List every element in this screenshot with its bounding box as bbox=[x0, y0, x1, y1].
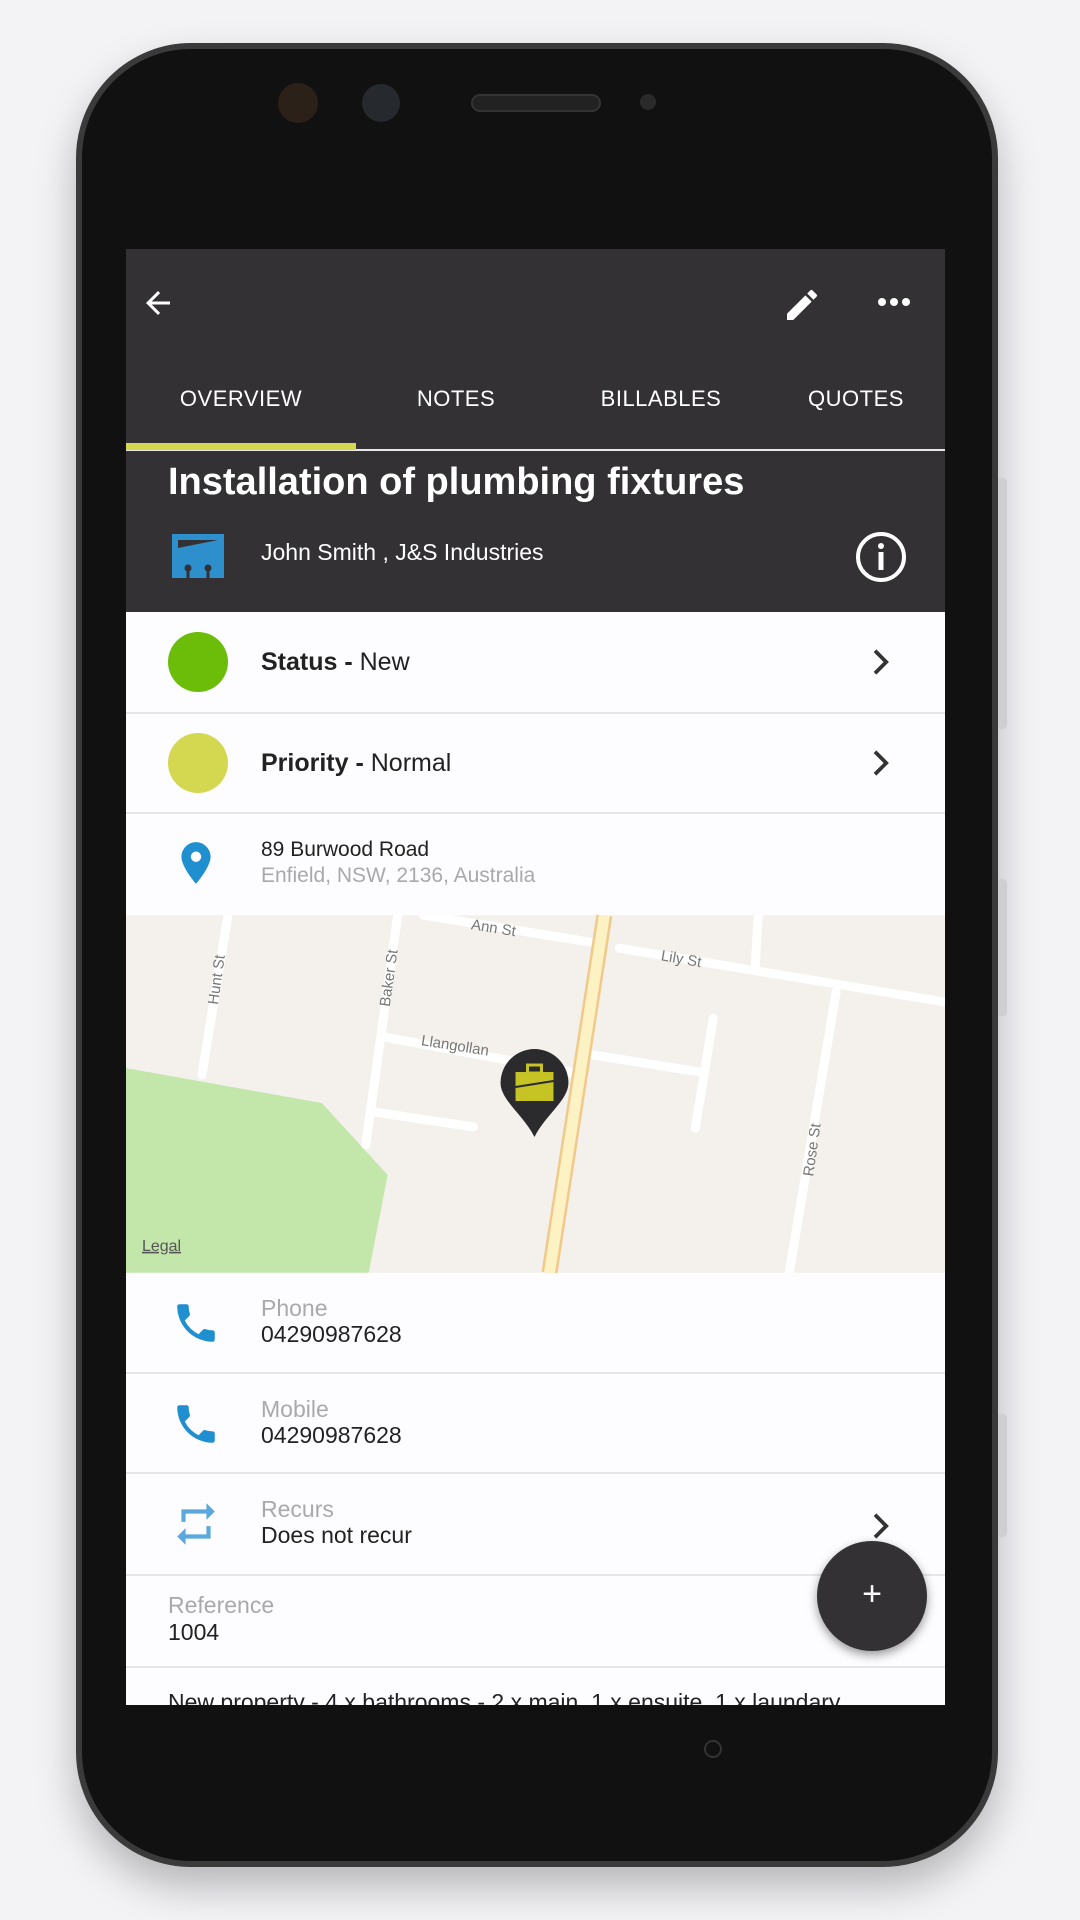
proximity-sensor bbox=[640, 94, 656, 110]
chevron-right-icon bbox=[873, 1513, 889, 1539]
road-north bbox=[750, 910, 763, 970]
tab-overview[interactable]: OVERVIEW bbox=[126, 355, 356, 449]
recurs-row[interactable]: Recurs Does not recur bbox=[126, 1474, 945, 1576]
status-row[interactable]: Status - New bbox=[126, 612, 945, 714]
front-camera bbox=[362, 84, 400, 122]
recurs-value: Does not recur bbox=[261, 1522, 412, 1548]
phone-icon[interactable] bbox=[171, 1399, 221, 1449]
map-view[interactable]: Ann St Lily St Hunt St Baker St Llangoll… bbox=[126, 910, 945, 1278]
phone-icon[interactable] bbox=[171, 1298, 221, 1348]
repeat-icon bbox=[177, 1503, 215, 1545]
company-logo-icon bbox=[172, 534, 224, 578]
priority-label: Priority - bbox=[261, 749, 371, 777]
location-pin-icon bbox=[181, 842, 211, 884]
address-line1: 89 Burwood Road bbox=[261, 838, 430, 861]
mobile-label: Mobile bbox=[261, 1396, 329, 1422]
chevron-right-icon bbox=[873, 750, 889, 776]
side-button bbox=[998, 1414, 1007, 1537]
priority-row[interactable]: Priority - Normal bbox=[126, 714, 945, 814]
more-horizontal-icon[interactable] bbox=[874, 287, 914, 317]
pencil-icon[interactable] bbox=[782, 285, 822, 325]
toolbar bbox=[126, 249, 945, 355]
status-value: New bbox=[359, 648, 410, 676]
app-screen: OVERVIEW NOTES BILLABLES QUOTES Installa… bbox=[126, 249, 945, 1705]
tab-notes[interactable]: NOTES bbox=[356, 355, 556, 449]
add-button[interactable]: + bbox=[817, 1541, 927, 1651]
home-sensor bbox=[704, 1740, 722, 1758]
chevron-right-icon bbox=[873, 649, 889, 675]
page-title: Installation of plumbing fixtures bbox=[168, 461, 745, 503]
map-canvas[interactable]: Ann St Lily St Hunt St Baker St Llangoll… bbox=[126, 910, 945, 1278]
active-tab-indicator bbox=[126, 443, 356, 450]
priority-value: Normal bbox=[370, 749, 452, 777]
status-label: Status - bbox=[261, 648, 360, 676]
sensor bbox=[278, 83, 318, 123]
tab-quotes[interactable]: QUOTES bbox=[766, 355, 945, 449]
status-indicator bbox=[168, 632, 228, 692]
tab-bar: OVERVIEW NOTES BILLABLES QUOTES bbox=[126, 355, 945, 451]
speaker bbox=[471, 94, 601, 112]
reference-label: Reference bbox=[168, 1592, 275, 1618]
reference-value: 1004 bbox=[168, 1619, 220, 1645]
arrow-left-icon[interactable] bbox=[140, 285, 176, 321]
client-name: John Smith , J&S Industries bbox=[261, 539, 544, 565]
mobile-row[interactable]: Mobile 04290987628 bbox=[126, 1374, 945, 1474]
side-button bbox=[998, 879, 1007, 1016]
phone-value[interactable]: 04290987628 bbox=[261, 1321, 402, 1348]
recurs-label: Recurs bbox=[261, 1496, 334, 1522]
phone-row[interactable]: Phone 04290987628 bbox=[126, 1273, 945, 1374]
job-description: New property - 4 x bathrooms - 2 x main,… bbox=[168, 1689, 841, 1705]
tab-billables[interactable]: BILLABLES bbox=[556, 355, 766, 449]
address-row[interactable]: 89 Burwood Road Enfield, NSW, 2136, Aust… bbox=[126, 814, 945, 915]
address-line2: Enfield, NSW, 2136, Australia bbox=[261, 864, 536, 887]
info-icon[interactable] bbox=[855, 531, 907, 583]
priority-indicator bbox=[168, 733, 228, 793]
phone-label: Phone bbox=[261, 1295, 328, 1321]
legal-link[interactable]: Legal bbox=[142, 1238, 181, 1255]
side-button bbox=[998, 478, 1007, 729]
job-header: Installation of plumbing fixtures John S… bbox=[126, 451, 945, 612]
mobile-value[interactable]: 04290987628 bbox=[261, 1422, 402, 1449]
